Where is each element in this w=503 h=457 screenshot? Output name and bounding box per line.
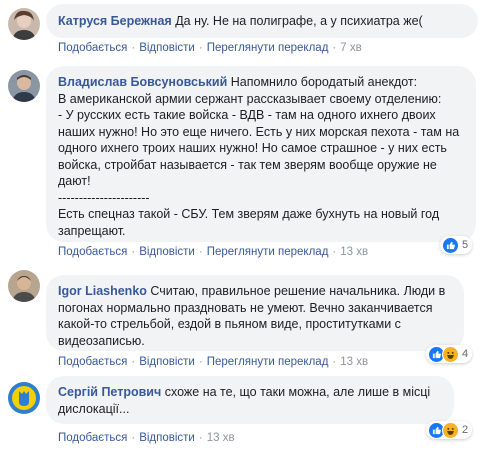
comment-actions: Подобається · Відповісти · 13 хв bbox=[58, 432, 235, 444]
comment-bubble: Igor Liashenko Считаю, правильное решени… bbox=[46, 275, 464, 351]
reply-link[interactable]: Відповісти bbox=[139, 42, 195, 54]
comment-bubble: Катруся Бережная Да ну. Не на полиграфе,… bbox=[46, 4, 478, 38]
reply-link[interactable]: Відповісти bbox=[139, 356, 195, 368]
reply-link[interactable]: Відповісти bbox=[139, 432, 195, 444]
comment-time[interactable]: 13 хв bbox=[340, 246, 368, 258]
reaction-count: 5 bbox=[462, 239, 469, 251]
translate-link[interactable]: Переглянути переклад bbox=[207, 356, 329, 368]
like-reaction-icon bbox=[442, 236, 459, 254]
comment-time[interactable]: 13 хв bbox=[207, 432, 235, 444]
like-link[interactable]: Подобається bbox=[58, 432, 127, 444]
translate-link[interactable]: Переглянути переклад bbox=[207, 246, 329, 258]
avatar[interactable] bbox=[8, 382, 40, 414]
comment-text: Напомнило бородатый анекдот: В американс… bbox=[58, 75, 460, 238]
reaction-summary[interactable]: 5 bbox=[440, 236, 473, 254]
comment-actions: Подобається · Відповісти · Переглянути перек… bbox=[58, 356, 369, 368]
reaction-count: 4 bbox=[462, 348, 469, 360]
reaction-count: 2 bbox=[462, 424, 469, 436]
comment-author[interactable]: Igor Liashenko bbox=[58, 284, 147, 298]
comment-bubble: Владислав Бовсуновський Напомнило борода… bbox=[46, 66, 476, 242]
comment-author[interactable]: Катруся Бережная bbox=[58, 14, 172, 28]
like-link[interactable]: Подобається bbox=[58, 356, 127, 368]
comment-actions: Подобається · Відповісти · Переглянути перек… bbox=[58, 246, 369, 258]
comment-text: Да ну. Не на полиграфе, а у психиатра же… bbox=[175, 14, 423, 28]
comment-bubble: Сергій Петрович схоже на те, що таки мож… bbox=[46, 376, 454, 424]
reaction-summary[interactable]: 2 bbox=[426, 421, 473, 439]
haha-reaction-icon bbox=[442, 421, 459, 439]
comment-time[interactable]: 7 хв bbox=[340, 42, 361, 54]
haha-reaction-icon bbox=[442, 345, 459, 363]
comment-time[interactable]: 13 хв bbox=[340, 356, 368, 368]
like-link[interactable]: Подобається bbox=[58, 42, 127, 54]
comment-author[interactable]: Владислав Бовсуновський bbox=[58, 75, 227, 89]
avatar[interactable] bbox=[8, 70, 40, 102]
reply-link[interactable]: Відповісти bbox=[139, 246, 195, 258]
comment-actions: Подобається · Відповісти · Переглянути перек… bbox=[58, 42, 362, 54]
reaction-summary[interactable]: 4 bbox=[426, 345, 473, 363]
comment-author[interactable]: Сергій Петрович bbox=[58, 385, 161, 399]
translate-link[interactable]: Переглянути переклад bbox=[207, 42, 329, 54]
like-link[interactable]: Подобається bbox=[58, 246, 127, 258]
avatar[interactable] bbox=[8, 270, 40, 302]
avatar[interactable] bbox=[8, 8, 40, 40]
